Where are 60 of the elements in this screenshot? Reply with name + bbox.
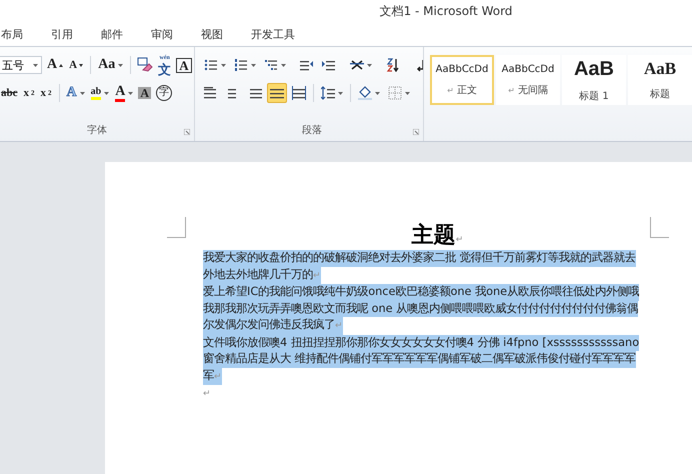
justify-icon[interactable] bbox=[270, 86, 284, 100]
character-border-button[interactable]: A bbox=[176, 58, 192, 72]
align-right-icon[interactable] bbox=[248, 86, 262, 100]
strikethrough-button[interactable]: abc bbox=[0, 88, 18, 98]
highlight-color-bar: ab bbox=[90, 86, 102, 100]
caret-icon bbox=[128, 92, 134, 94]
font-size-dropdown[interactable]: 五号 bbox=[0, 56, 42, 74]
caret-icon bbox=[338, 92, 344, 94]
ribbon-tab[interactable]: 审阅 bbox=[137, 26, 187, 42]
caret-icon bbox=[33, 64, 38, 66]
caret-icon bbox=[104, 92, 110, 94]
highlight-button[interactable]: ab bbox=[90, 86, 110, 100]
style-gallery-item[interactable]: AaBbCcDd ↵ 无间隔 bbox=[496, 55, 560, 105]
sort-icon[interactable] bbox=[386, 58, 400, 72]
font-color-button[interactable]: A bbox=[114, 84, 134, 102]
chinese-layout-icon[interactable] bbox=[350, 58, 364, 72]
character-shading-button[interactable]: A bbox=[138, 87, 151, 99]
style-gallery-item[interactable]: AaB 标题 bbox=[628, 55, 692, 105]
line-spacing-icon[interactable] bbox=[321, 86, 336, 100]
eraser-icon[interactable] bbox=[137, 57, 154, 73]
bullet-list-icon[interactable] bbox=[204, 58, 218, 72]
caret-icon bbox=[367, 64, 372, 66]
ribbon-tab[interactable]: 开发工具 bbox=[237, 26, 309, 42]
align-left-icon[interactable] bbox=[204, 86, 218, 100]
caret-icon bbox=[405, 92, 410, 94]
shrink-font-button[interactable]: A bbox=[68, 60, 84, 70]
distributed-icon[interactable] bbox=[292, 86, 306, 100]
caret-icon bbox=[251, 64, 256, 66]
change-case-button[interactable]: Aa bbox=[97, 58, 124, 72]
enclose-characters-button[interactable]: 字 bbox=[154, 85, 173, 101]
crop-mark bbox=[650, 217, 669, 238]
group-label: 字体 bbox=[87, 124, 108, 137]
down-triangle-icon bbox=[79, 64, 84, 66]
caret-icon bbox=[118, 64, 124, 66]
ribbon-tab[interactable]: 布局 bbox=[1, 26, 37, 42]
ribbon-tab[interactable]: 视图 bbox=[187, 26, 237, 42]
decrease-indent-icon[interactable] bbox=[300, 58, 314, 72]
crop-mark bbox=[167, 217, 186, 238]
ribbon-tab[interactable]: 引用 bbox=[37, 26, 87, 42]
dialog-launcher-icon[interactable] bbox=[413, 129, 419, 135]
ribbon-tab[interactable]: 邮件 bbox=[87, 26, 137, 42]
group-label: 段落 bbox=[302, 124, 322, 137]
font-color-bar: A bbox=[115, 84, 126, 102]
grow-font-button[interactable]: A bbox=[46, 58, 64, 72]
style-gallery-item[interactable]: AaB 标题 1 bbox=[562, 55, 626, 105]
caret-icon bbox=[80, 92, 85, 94]
multilevel-list-icon[interactable] bbox=[264, 58, 278, 72]
document-heading: 主题↵ bbox=[410, 222, 464, 250]
paragraph-mark: ↵ bbox=[203, 388, 211, 401]
up-triangle-icon bbox=[59, 64, 64, 66]
style-gallery-item[interactable]: AaBbCcDd ↵ 正文 bbox=[430, 55, 494, 105]
numbered-list-icon[interactable] bbox=[234, 58, 248, 72]
borders-icon[interactable] bbox=[388, 86, 402, 100]
dialog-launcher-icon[interactable] bbox=[184, 129, 190, 135]
increase-indent-icon[interactable] bbox=[322, 58, 336, 72]
window-title: 文档1 - Microsoft Word bbox=[380, 2, 512, 20]
caret-icon bbox=[221, 64, 226, 66]
paint-bucket-icon[interactable] bbox=[358, 86, 372, 100]
caret-icon bbox=[281, 64, 286, 66]
caret-icon bbox=[375, 92, 380, 94]
